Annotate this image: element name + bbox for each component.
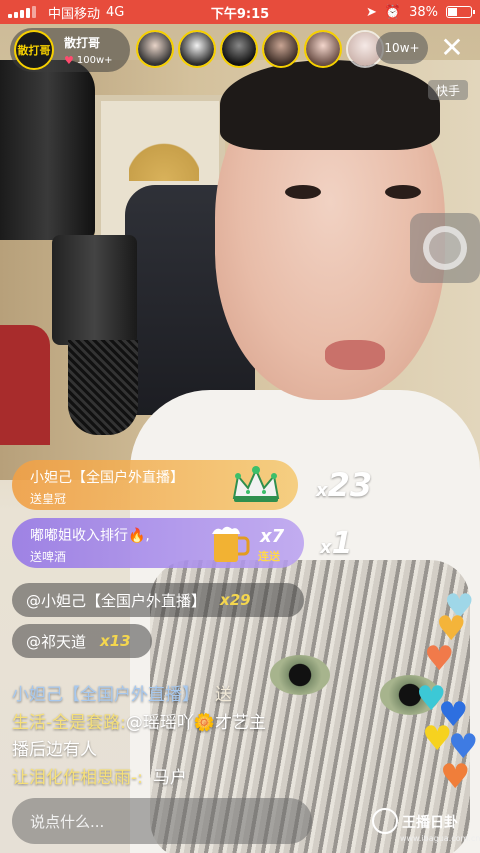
battery-icon (446, 6, 475, 18)
alarm-icon: ⏰ (384, 4, 402, 20)
chat-text: @祁天道 (26, 632, 87, 651)
chat-multiplier: x29 (220, 591, 251, 609)
host-avatar[interactable]: 散打哥 (14, 30, 54, 70)
cat-eye-left (270, 655, 330, 695)
gift-banner-crown[interactable]: 小妲己【全国户外直播】 送皇冠 (12, 460, 298, 510)
streamer-eye-right (385, 185, 421, 199)
host-card[interactable]: 散打哥 散打哥 ♥ 100w+ (10, 28, 130, 72)
feed-text: 播后边有人 (12, 740, 97, 760)
close-icon[interactable]: ✕ (436, 32, 468, 64)
feed-message: 生活-全是套路:@瑶瑶吖🌼才艺主 (12, 708, 266, 733)
network-label: 4G (106, 4, 125, 20)
battery-percent: 38% (409, 4, 438, 20)
floating-hearts: ♥ ♥ ♥ ♥ ♥ ♥ ♥ ♥ (414, 590, 480, 810)
beer-gift-icon (212, 526, 250, 562)
comment-input[interactable]: 说点什么... (12, 798, 312, 844)
microphone (0, 60, 95, 240)
feed-mention[interactable]: @瑶瑶吖 (126, 713, 194, 733)
combo-count: 23 (327, 466, 373, 504)
watermark-logo-icon (372, 808, 398, 834)
gift-combo-beer: x1 (320, 526, 353, 561)
feed-user[interactable]: 让泪化作相思雨-: (12, 768, 143, 788)
streamer-eye-left (285, 185, 321, 199)
signal-icon (8, 6, 36, 18)
viewer-avatar[interactable] (220, 30, 258, 68)
combo-x-label: x (316, 480, 328, 501)
viewer-avatar[interactable] (178, 30, 216, 68)
streamer-mouth (325, 340, 385, 370)
host-likes-count: 100w+ (76, 54, 113, 66)
crown-gift-icon (232, 466, 280, 502)
streamer-hair (220, 60, 440, 150)
feed-text: 马户 (152, 768, 187, 788)
viewer-avatar[interactable] (136, 30, 174, 68)
microphone-body (52, 235, 137, 345)
gift-count: x7 (260, 526, 285, 547)
gift-combo-crown: x23 (316, 466, 372, 504)
feed-message: 播后边有人 (12, 735, 97, 760)
feed-message: 小妲己【全国户外直播】送 (12, 680, 232, 705)
assistive-touch-icon (423, 226, 467, 270)
viewer-avatar[interactable] (304, 30, 342, 68)
microphone-grille (68, 340, 138, 435)
location-icon: ➤ (366, 4, 377, 20)
feed-text: 才艺主 (215, 713, 267, 733)
gift-combo-tag: 连送 (258, 550, 280, 563)
gift-banner-beer[interactable]: 嘟嘟姐收入排行🔥, 送啤酒 x7 连送 (12, 518, 304, 568)
fan-decoration (129, 131, 199, 181)
host-name: 散打哥 (64, 35, 101, 50)
heart-icon: ♥ (424, 639, 455, 679)
watermark-text: 王播日卦 (402, 815, 458, 831)
heart-icon: ♥ (440, 757, 471, 797)
carrier-label: 中国移动 (48, 6, 101, 22)
feed-user[interactable]: 生活-全是套路: (12, 713, 126, 733)
chat-bubble[interactable]: @祁天道 x13 (12, 624, 152, 658)
viewer-avatars (136, 30, 384, 68)
combo-count: 1 (331, 526, 353, 561)
chat-text: @小妲己【全国户外直播】 (26, 591, 207, 610)
heart-icon: ♥ (64, 53, 74, 67)
status-bar: 中国移动 4G 下午9:15 ➤ ⏰ 38% (0, 0, 480, 24)
brand-tag: 快手 (428, 80, 468, 100)
chat-bubble[interactable]: @小妲己【全国户外直播】 x29 (12, 583, 304, 617)
feed-message: 让泪化作相思雨-: 马户 (12, 763, 187, 788)
watermark: 王播日卦 www.ibagua.com.cn (372, 806, 480, 850)
combo-x-label: x (320, 537, 332, 558)
watermark-url: www.ibagua.com.cn (400, 834, 480, 843)
red-cloth (0, 325, 50, 445)
flower-icon: 🌼 (193, 713, 216, 733)
chat-multiplier: x13 (100, 632, 131, 650)
viewer-avatar[interactable] (262, 30, 300, 68)
floating-assistive-button[interactable] (410, 213, 480, 283)
clock: 下午9:15 (210, 6, 270, 22)
feed-user[interactable]: 小妲己【全国户外直播】 (12, 685, 199, 705)
battery-fill (448, 8, 458, 16)
viewer-count[interactable]: 10w+ (376, 32, 428, 64)
host-likes: ♥ 100w+ (64, 54, 113, 67)
feed-action: 送 (215, 685, 232, 705)
